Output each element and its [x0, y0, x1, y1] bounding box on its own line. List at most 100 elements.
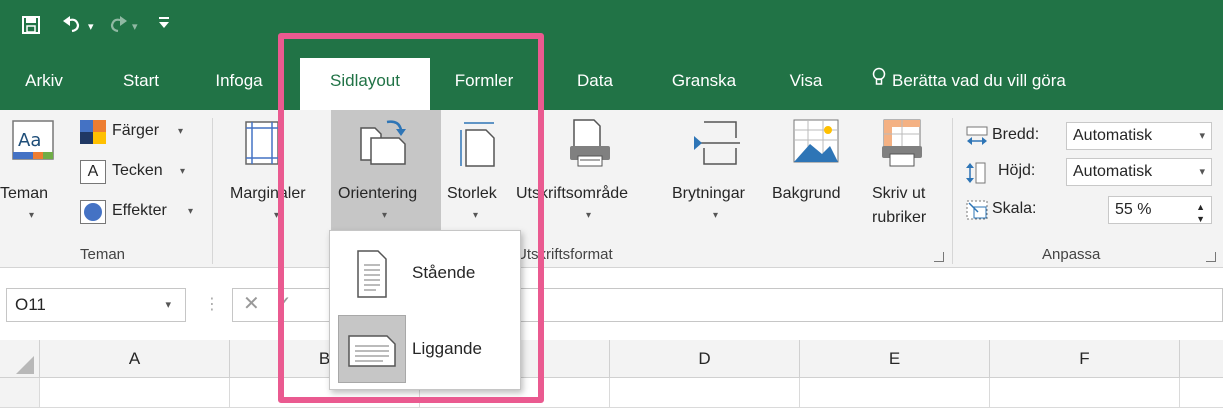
utskriftsomrade-label: Utskriftsområde — [516, 185, 629, 202]
bakgrund-button[interactable]: Bakgrund — [768, 110, 868, 238]
hojd-label: Höjd: — [998, 162, 1036, 179]
name-box-dropdown-icon: ▾ — [165, 299, 171, 311]
anpassa-dialog-launcher-icon[interactable] — [1206, 252, 1216, 262]
tab-granska[interactable]: Granska — [660, 52, 748, 110]
name-box-value: O11 — [15, 295, 46, 314]
tab-infoga[interactable]: Infoga — [205, 52, 273, 110]
tab-start[interactable]: Start — [110, 52, 172, 110]
column-header-e[interactable]: E — [800, 340, 990, 378]
lightbulb-icon — [872, 53, 886, 111]
skriv-ut-rubriker-button[interactable]: Skriv ut rubriker — [868, 110, 940, 238]
skala-row: Skala: 55 % ▲ ▼ — [966, 196, 1216, 226]
spin-down-icon[interactable]: ▼ — [1196, 206, 1205, 232]
utskriftsomrade-dropdown-icon: ▾ — [586, 210, 592, 221]
colors-button[interactable]: Färger ▾ — [80, 118, 200, 148]
worksheet: A B C D E F — [0, 340, 1223, 408]
bredd-value: Automatisk — [1073, 127, 1153, 144]
marginaler-button[interactable]: Marginaler ▾ — [226, 110, 328, 238]
group-label-teman: Teman — [80, 246, 126, 263]
skala-value: 55 % — [1115, 201, 1152, 218]
storlek-button[interactable]: Storlek ▾ — [444, 110, 514, 238]
colors-dropdown-icon: ▾ — [178, 126, 184, 137]
skriv-ut-label-line2: rubriker — [872, 209, 927, 226]
formula-bar: O11 ▾ ⋮ ✕ ✓ — [0, 268, 1223, 340]
ribbon-tabs: Arkiv Start Infoga Sidlayout Formler Dat… — [0, 52, 1223, 110]
colors-label: Färger — [112, 122, 160, 139]
size-icon — [458, 120, 500, 173]
fonts-label: Tecken — [112, 162, 163, 179]
themes-icon: Aa — [12, 120, 54, 165]
column-header-d[interactable]: D — [610, 340, 800, 378]
redo-dropdown-icon: ▾ — [132, 21, 138, 33]
storlek-label: Storlek — [447, 185, 497, 202]
checkmark-icon: ✓ — [275, 293, 292, 315]
effects-button[interactable]: Effekter ▾ — [80, 198, 200, 228]
title-bar: ▾ ▾ — [0, 0, 1223, 52]
marginaler-label: Marginaler — [230, 185, 306, 202]
save-icon[interactable] — [22, 16, 40, 38]
orientering-dropdown-icon: ▾ — [382, 210, 388, 221]
group-label-utskriftsformat: Utskriftsformat — [516, 246, 613, 263]
cell[interactable] — [990, 378, 1180, 408]
hojd-dropdown-icon: ▾ — [1199, 166, 1205, 178]
undo-dropdown-icon[interactable]: ▾ — [88, 20, 94, 33]
utskriftsformat-dialog-launcher-icon[interactable] — [934, 252, 944, 262]
cell[interactable] — [610, 378, 800, 408]
orientation-menu-item-portrait[interactable]: Stående — [336, 237, 516, 309]
cell[interactable] — [40, 378, 230, 408]
name-box[interactable]: O11 ▾ — [6, 288, 186, 322]
portrait-page-icon — [338, 239, 406, 307]
tab-data[interactable]: Data — [565, 52, 625, 110]
orientering-button[interactable]: Orientering ▾ — [331, 110, 441, 238]
formula-bar-grip-icon: ⋮ — [204, 296, 220, 313]
tab-sidlayout[interactable]: Sidlayout — [300, 58, 430, 110]
fonts-dropdown-icon: ▾ — [180, 166, 186, 177]
landscape-label: Liggande — [412, 339, 482, 358]
tab-formler[interactable]: Formler — [444, 52, 524, 110]
fonts-icon: A — [80, 160, 106, 184]
brytningar-dropdown-icon: ▾ — [713, 210, 719, 221]
cell[interactable] — [800, 378, 990, 408]
orientation-icon — [359, 116, 411, 173]
skala-spinner[interactable]: 55 % ▲ ▼ — [1108, 196, 1212, 224]
print-titles-icon — [880, 118, 928, 173]
redo-icon — [108, 15, 128, 37]
storlek-dropdown-icon: ▾ — [473, 210, 479, 221]
print-area-icon — [568, 118, 616, 173]
orientation-menu: Stående Liggande — [329, 230, 521, 390]
width-icon — [966, 126, 988, 151]
tell-me-search[interactable]: Berätta vad du vill göra — [872, 52, 1066, 110]
bredd-label: Bredd: — [992, 126, 1040, 143]
breaks-icon — [692, 118, 742, 173]
teman-button[interactable]: Aa Teman ▾ — [0, 110, 70, 238]
orientering-label: Orientering — [338, 185, 418, 202]
tab-visa[interactable]: Visa — [780, 52, 832, 110]
undo-icon[interactable] — [62, 15, 82, 37]
effects-icon — [80, 200, 106, 229]
group-separator — [952, 118, 953, 264]
column-header-f[interactable]: F — [990, 340, 1180, 378]
column-header-a[interactable]: A — [40, 340, 230, 378]
skriv-ut-label-line1: Skriv ut — [872, 185, 926, 202]
row-header[interactable] — [0, 378, 40, 408]
bredd-select[interactable]: Automatisk ▾ — [1066, 122, 1212, 150]
hojd-select[interactable]: Automatisk ▾ — [1066, 158, 1212, 186]
bakgrund-label: Bakgrund — [772, 185, 841, 202]
background-icon — [792, 118, 840, 169]
group-label-anpassa: Anpassa — [1042, 246, 1101, 263]
themes-icon-text: Aa — [18, 130, 41, 151]
column-header-partial[interactable] — [1180, 340, 1223, 378]
utskriftsomrade-button[interactable]: Utskriftsområde ▾ — [514, 110, 670, 238]
landscape-page-icon — [338, 315, 406, 383]
tab-arkiv[interactable]: Arkiv — [10, 52, 78, 110]
fonts-button[interactable]: A Tecken ▾ — [80, 158, 200, 188]
cell[interactable] — [1180, 378, 1223, 408]
customize-qat-icon[interactable] — [158, 14, 170, 36]
brytningar-button[interactable]: Brytningar ▾ — [670, 110, 766, 238]
select-all-corner[interactable] — [0, 340, 40, 378]
group-separator — [212, 118, 213, 264]
orientation-menu-item-landscape[interactable]: Liggande — [336, 313, 516, 385]
bredd-dropdown-icon: ▾ — [1199, 130, 1205, 142]
teman-dropdown-icon: ▾ — [29, 210, 35, 221]
scale-icon — [966, 200, 988, 225]
